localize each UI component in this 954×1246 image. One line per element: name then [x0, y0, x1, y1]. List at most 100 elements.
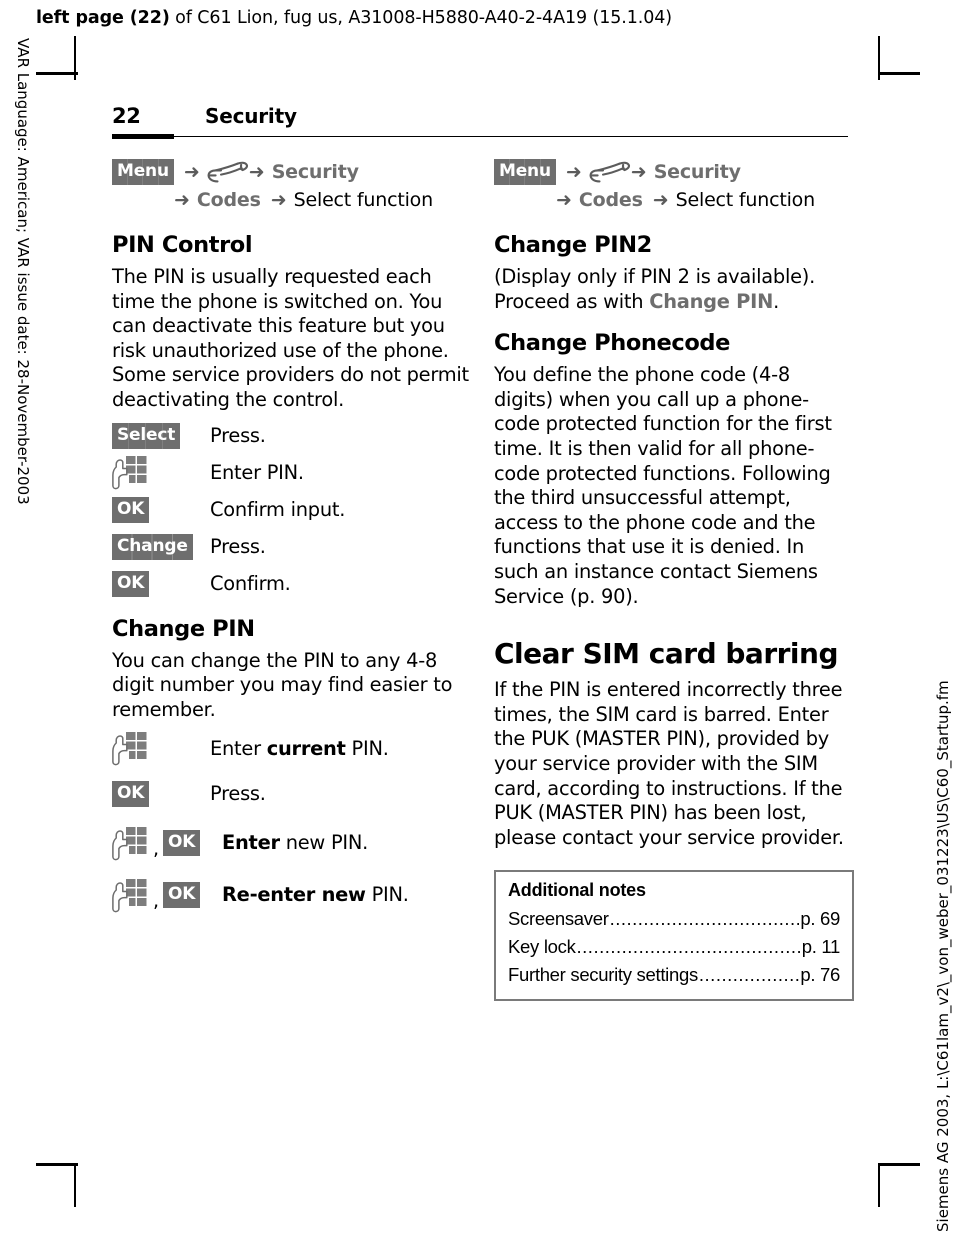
step-desc-post: new PIN. [279, 831, 369, 855]
body-change-pin: You can change the PIN to any 4-8 digit … [112, 648, 453, 721]
arrow-icon-4: ➜ [270, 188, 287, 211]
step-row: , OK Enter new PIN. [112, 826, 472, 862]
select-badge[interactable]: Select [112, 422, 181, 449]
nav-path-line-1: Menu ➜ ➜ Security [112, 158, 472, 186]
crop-mark-bottom-left-horizontal [36, 1163, 78, 1166]
running-head: left page (22) of C61 Lion, fug us, A310… [36, 8, 672, 28]
step-key [112, 732, 210, 766]
arrow-icon-3: ➜ [174, 188, 190, 211]
header-rule-thick [112, 134, 174, 139]
nav-path-right: Menu ➜ ➜ Security ➜ Codes ➜ Select funct… [494, 158, 854, 214]
arrow-icon-2: ➜ [248, 160, 265, 183]
page-number: 22 [112, 104, 141, 128]
body-clear-sim-card-barring: If the PIN is entered incorrectly three … [494, 678, 844, 849]
ok-badge[interactable]: OK [112, 781, 150, 808]
body-post: . [773, 289, 780, 313]
right-column: Menu ➜ ➜ Security ➜ Codes ➜ Select funct… [494, 158, 854, 1002]
nav-path-line-1: Menu ➜ ➜ Security [494, 158, 854, 186]
step-key [112, 455, 210, 489]
ok-badge[interactable]: OK [112, 496, 150, 523]
notes-row-page: p. 76 [800, 964, 840, 986]
step-row: , OK Re-enter new PIN. [112, 878, 472, 914]
nav-step-select-function[interactable]: Select function [294, 189, 433, 211]
ok-badge[interactable]: OK [163, 830, 201, 857]
body-change-phonecode: You define the phone code (4-8 digits) w… [494, 363, 832, 608]
arrow-icon-1: ➜ [183, 160, 200, 183]
crop-mark-top-left-horizontal [36, 72, 78, 75]
running-head-bold: left page (22) [36, 8, 170, 28]
step-key: Change [112, 533, 210, 560]
side-note-right: Siemens AG 2003, L:\C61lam_v2\_von_weber… [934, 680, 952, 1232]
heading-change-pin2: Change PIN2 [494, 232, 652, 258]
crop-mark-bottom-right-vertical [878, 1163, 880, 1207]
keypad-icon [112, 878, 152, 914]
step-key: , OK [112, 878, 222, 914]
nav-step-security[interactable]: Security [272, 161, 359, 183]
notes-row[interactable]: Key lock ...............................… [508, 933, 840, 961]
step-description: Re-enter new PIN. [222, 878, 409, 907]
document-page: left page (22) of C61 Lion, fug us, A310… [0, 0, 954, 1246]
nav-path-line-2: ➜ Codes ➜ Select function [494, 186, 854, 214]
heading-pin-control: PIN Control [112, 232, 253, 258]
additional-notes-box: Additional notes Screensaver ...........… [494, 870, 854, 1002]
steps-change-pin: Enter current PIN. OK Press. , OK Enter … [112, 732, 472, 914]
heading-clear-sim-card-barring: Clear SIM card barring [494, 637, 839, 671]
ok-badge[interactable]: OK [112, 570, 150, 597]
nav-step-codes[interactable]: Codes [579, 189, 643, 211]
change-badge[interactable]: Change [112, 533, 193, 560]
wrench-icon [207, 161, 249, 183]
arrow-icon-4: ➜ [652, 188, 669, 211]
nav-path-line-2: ➜ Codes ➜ Select function [112, 186, 472, 214]
step-key: Select [112, 422, 210, 449]
nav-step-select-function[interactable]: Select function [676, 189, 815, 211]
leader-dots: ........................................… [576, 936, 801, 958]
cross-reference-change-pin[interactable]: Change PIN [649, 290, 773, 313]
step-desc-bold: current [266, 737, 346, 761]
body-change-pin2: (Display only if PIN 2 is available). Pr… [494, 265, 854, 314]
steps-pin-control: Select Press. Enter PIN. OK Confirm inpu… [112, 422, 472, 600]
menu-badge[interactable]: Menu [494, 159, 556, 185]
step-description: Confirm. [210, 571, 291, 595]
step-description: Enter new PIN. [222, 826, 368, 855]
keypad-icon [112, 455, 152, 491]
arrow-icon-2: ➜ [630, 160, 647, 183]
notes-row-label: Key lock [508, 936, 576, 958]
notes-row-page: p. 69 [800, 908, 840, 930]
menu-badge[interactable]: Menu [112, 159, 174, 185]
arrow-icon-3: ➜ [556, 188, 572, 211]
step-row: Select Press. [112, 422, 472, 452]
step-row: Change Press. [112, 533, 472, 563]
notes-row-label: Screensaver [508, 908, 609, 930]
crop-mark-bottom-right-horizontal [878, 1163, 920, 1166]
step-key-separator: , [153, 890, 160, 913]
arrow-icon-1: ➜ [565, 160, 582, 183]
notes-row[interactable]: Further security settings ..............… [508, 961, 840, 989]
nav-path-left: Menu ➜ ➜ Security ➜ Codes ➜ Select funct… [112, 158, 472, 214]
notes-row-page: p. 11 [801, 936, 841, 958]
leader-dots: ........................................… [609, 908, 800, 930]
additional-notes-title: Additional notes [508, 880, 646, 901]
wrench-icon [589, 161, 631, 183]
side-note-left: VAR Language: American; VAR issue date: … [14, 38, 32, 505]
leader-dots: ........................................… [698, 964, 799, 986]
nav-step-codes[interactable]: Codes [197, 189, 261, 211]
step-description: Press. [210, 782, 266, 806]
left-column: Menu ➜ ➜ Security ➜ Codes ➜ Select funct… [112, 158, 472, 922]
step-row: OK Confirm. [112, 570, 472, 600]
nav-step-security[interactable]: Security [654, 161, 741, 183]
step-row: OK Confirm input. [112, 496, 472, 526]
step-row: Enter PIN. [112, 455, 472, 489]
step-key: OK [112, 570, 210, 597]
header-rule-thin [174, 136, 848, 138]
notes-row[interactable]: Screensaver ............................… [508, 905, 840, 933]
chapter-title: Security [205, 104, 297, 128]
step-description: Enter current PIN. [210, 736, 389, 761]
ok-badge[interactable]: OK [163, 882, 201, 909]
step-desc-post: PIN. [345, 737, 389, 761]
step-description: Enter PIN. [210, 460, 304, 484]
notes-row-label: Further security settings [508, 964, 698, 986]
crop-mark-top-right-horizontal [878, 72, 920, 75]
step-key: , OK [112, 826, 222, 862]
step-desc-pre: Enter [210, 737, 267, 761]
keypad-icon [112, 826, 152, 862]
